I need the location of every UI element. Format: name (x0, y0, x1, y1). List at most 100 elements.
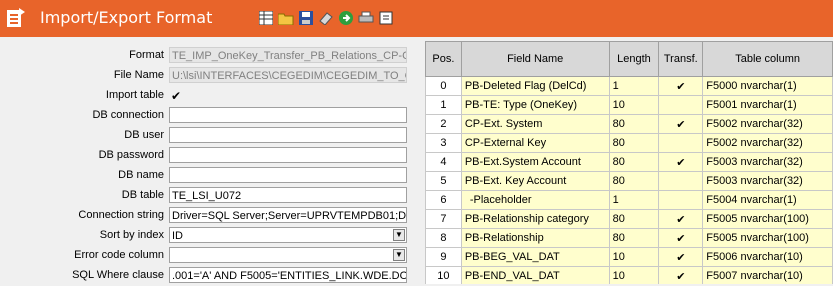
error-code-column-label: Error code column (74, 249, 164, 261)
table-row[interactable]: 3 CP-External Key 80 F5002 nvarchar(32) (425, 133, 833, 153)
field-name-cell[interactable]: CP-Ext. System (460, 114, 610, 134)
field-name-column-header[interactable]: Field Name (460, 41, 610, 77)
print-icon[interactable] (358, 10, 374, 26)
transf-cell[interactable] (658, 95, 704, 115)
pos-cell[interactable]: 3 (425, 133, 462, 153)
table-row[interactable]: 7 PB-Relationship category 80 ✔ F5005 nvarch… (425, 209, 833, 229)
pos-cell[interactable]: 6 (425, 190, 462, 210)
db-table-field[interactable]: TE_LSI_U072 (169, 187, 407, 203)
error-code-column-select[interactable]: ▼ (169, 247, 407, 263)
length-cell[interactable]: 10 (608, 247, 660, 267)
transf-cell[interactable]: ✔ (658, 228, 704, 248)
field-name-cell[interactable]: PB-Relationship (460, 228, 610, 248)
field-name-cell[interactable]: PB-Ext. Key Account (460, 171, 610, 191)
field-name-cell[interactable]: PB-Deleted Flag (DelCd) (460, 76, 610, 96)
table-row[interactable]: 0 PB-Deleted Flag (DelCd) 1 ✔ F5000 nvarchar… (425, 76, 833, 96)
pos-cell[interactable]: 2 (425, 114, 462, 134)
table-row[interactable]: 2 CP-Ext. System 80 ✔ F5002 nvarchar(32) (425, 114, 833, 134)
table-row[interactable]: 10 PB-END_VAL_DAT 10 ✔ F5007 nvarchar(10) (425, 266, 833, 284)
length-cell[interactable]: 80 (608, 114, 660, 134)
transf-cell[interactable] (658, 133, 704, 153)
transf-cell[interactable]: ✔ (658, 76, 704, 96)
transf-cell[interactable]: ✔ (658, 266, 704, 284)
pos-cell[interactable]: 4 (425, 152, 462, 172)
table-column-header[interactable]: Table column (702, 41, 833, 77)
table-column-cell[interactable]: F5005 nvarchar(100) (702, 228, 833, 248)
length-cell[interactable]: 1 (608, 190, 660, 210)
transf-column-header[interactable]: Transf. (658, 41, 704, 77)
eraser-icon[interactable] (318, 10, 334, 26)
sql-where-field[interactable]: .001='A' AND F5005='ENTITIES_LINK.WDE.DO… (169, 267, 407, 283)
field-name-cell[interactable]: CP-External Key (460, 133, 610, 153)
db-user-label: DB user (124, 129, 164, 141)
field-name-cell[interactable]: PB-TE: Type (OneKey) (460, 95, 610, 115)
dropdown-arrow-icon[interactable]: ▼ (393, 249, 405, 261)
table-row[interactable]: 8 PB-Relationship 80 ✔ F5005 nvarchar(100) (425, 228, 833, 248)
table-column-cell[interactable]: F5006 nvarchar(10) (702, 247, 833, 267)
table-column-cell[interactable]: F5000 nvarchar(1) (702, 76, 833, 96)
length-cell[interactable]: 80 (608, 209, 660, 229)
table-column-cell[interactable]: F5003 nvarchar(32) (702, 152, 833, 172)
file-name-label: File Name (113, 69, 164, 81)
table-column-cell[interactable]: F5002 nvarchar(32) (702, 114, 833, 134)
db-user-field[interactable] (169, 127, 407, 143)
import-table-label: Import table (105, 89, 164, 101)
format-form: Format TE_IMP_OneKey_Transfer_PB_Relatio… (0, 40, 420, 284)
table-row[interactable]: 6 -Placeholder 1 F5004 nvarchar(1) (425, 190, 833, 210)
pos-column-header[interactable]: Pos. (425, 41, 462, 77)
transf-cell[interactable]: ✔ (658, 152, 704, 172)
length-cell[interactable]: 80 (608, 152, 660, 172)
file-name-field[interactable]: U:\lsi\INTERFACES\CEGEDIM\CEGEDIM_TO_CRM (169, 67, 407, 83)
table-column-cell[interactable]: F5003 nvarchar(32) (702, 171, 833, 191)
field-name-cell[interactable]: -Placeholder (460, 190, 610, 210)
table-column-cell[interactable]: F5001 nvarchar(1) (702, 95, 833, 115)
format-label: Format (129, 49, 164, 61)
length-column-header[interactable]: Length (608, 41, 660, 77)
format-field[interactable]: TE_IMP_OneKey_Transfer_PB_Relations_CP-C… (169, 47, 407, 63)
transf-cell[interactable]: ✔ (658, 209, 704, 229)
table-row[interactable]: 4 PB-Ext.System Account 80 ✔ F5003 nvarchar(… (425, 152, 833, 172)
field-name-cell[interactable]: PB-Relationship category (460, 209, 610, 229)
length-cell[interactable]: 80 (608, 133, 660, 153)
transf-cell[interactable] (658, 171, 704, 191)
transf-cell[interactable]: ✔ (658, 247, 704, 267)
transf-cell[interactable]: ✔ (658, 114, 704, 134)
field-name-cell[interactable]: PB-Ext.System Account (460, 152, 610, 172)
length-cell[interactable]: 10 (608, 266, 660, 284)
sql-where-row: SQL Where clause .001='A' AND F5005='ENT… (0, 266, 420, 286)
table-column-cell[interactable]: F5002 nvarchar(32) (702, 133, 833, 153)
pos-cell[interactable]: 8 (425, 228, 462, 248)
length-cell[interactable]: 80 (608, 228, 660, 248)
pos-cell[interactable]: 9 (425, 247, 462, 267)
pos-cell[interactable]: 5 (425, 171, 462, 191)
pos-cell[interactable]: 0 (425, 76, 462, 96)
length-cell[interactable]: 80 (608, 171, 660, 191)
length-cell[interactable]: 10 (608, 95, 660, 115)
length-cell[interactable]: 1 (608, 76, 660, 96)
table-column-cell[interactable]: F5007 nvarchar(10) (702, 266, 833, 284)
table-row[interactable]: 1 PB-TE: Type (OneKey) 10 F5001 nvarchar(1) (425, 95, 833, 115)
connection-string-field[interactable]: Driver=SQL Server;Server=UPRVTEMPDB01;Da… (169, 207, 407, 223)
db-password-field[interactable] (169, 147, 407, 163)
save-icon[interactable] (298, 10, 314, 26)
db-connection-field[interactable] (169, 107, 407, 123)
pos-cell[interactable]: 1 (425, 95, 462, 115)
table-column-cell[interactable]: F5004 nvarchar(1) (702, 190, 833, 210)
db-name-row: DB name (0, 166, 420, 186)
sort-by-index-select[interactable]: ID ▼ (169, 227, 407, 243)
field-name-cell[interactable]: PB-END_VAL_DAT (460, 266, 610, 284)
transf-cell[interactable] (658, 190, 704, 210)
forward-arrow-icon[interactable] (338, 10, 354, 26)
dropdown-arrow-icon[interactable]: ▼ (393, 229, 405, 241)
pos-cell[interactable]: 7 (425, 209, 462, 229)
open-folder-icon[interactable] (278, 10, 294, 26)
db-name-field[interactable] (169, 167, 407, 183)
table-row[interactable]: 9 PB-BEG_VAL_DAT 10 ✔ F5006 nvarchar(10) (425, 247, 833, 267)
export-icon[interactable] (378, 10, 394, 26)
table-column-cell[interactable]: F5005 nvarchar(100) (702, 209, 833, 229)
grid-icon[interactable] (258, 10, 274, 26)
table-row[interactable]: 5 PB-Ext. Key Account 80 F5003 nvarchar(32) (425, 171, 833, 191)
import-table-checkbox[interactable]: ✔ (171, 89, 181, 103)
pos-cell[interactable]: 10 (425, 266, 462, 284)
field-name-cell[interactable]: PB-BEG_VAL_DAT (460, 247, 610, 267)
